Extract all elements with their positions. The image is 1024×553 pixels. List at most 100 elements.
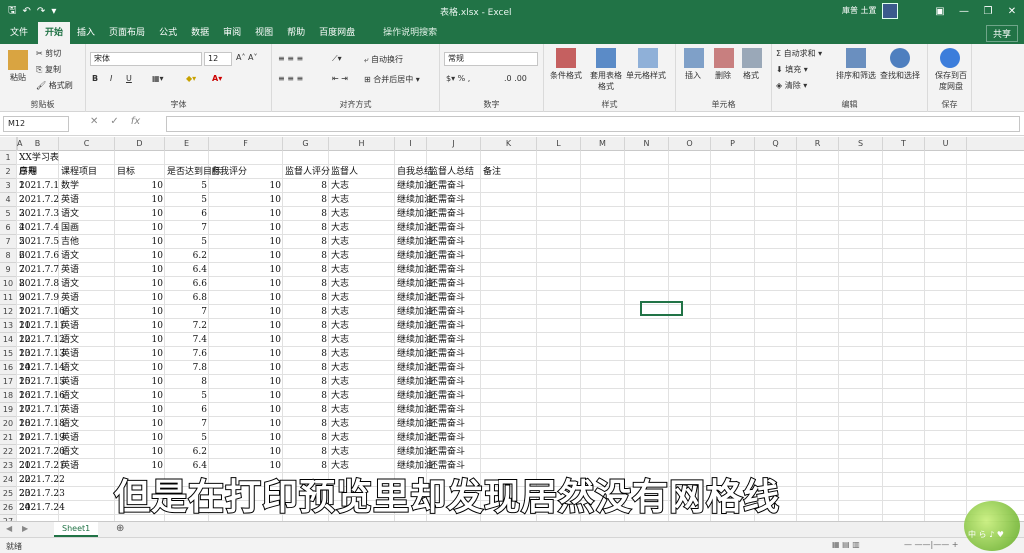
cell[interactable]: 5 bbox=[165, 235, 209, 249]
column-header-E[interactable]: E bbox=[165, 137, 209, 151]
ribbon-options-icon[interactable]: ▣ bbox=[928, 0, 952, 22]
cell[interactable]: 大志 bbox=[329, 277, 395, 291]
cell[interactable]: 自我评分 bbox=[209, 165, 283, 179]
cell[interactable]: 2021.7.10 bbox=[17, 305, 65, 319]
cell[interactable]: 继续加油 bbox=[395, 445, 433, 459]
view-normal-icon[interactable]: ▦ ▤ ▥ bbox=[832, 540, 860, 549]
orientation-icon[interactable]: ⟋▾ bbox=[332, 54, 342, 64]
cell[interactable]: 10 bbox=[115, 347, 165, 361]
column-header-K[interactable]: K bbox=[481, 137, 537, 151]
row-header[interactable]: 22 bbox=[0, 445, 17, 459]
cell[interactable]: 还需奋斗 bbox=[427, 179, 481, 193]
column-header-P[interactable]: P bbox=[711, 137, 755, 151]
cell[interactable]: 2021.7.19 bbox=[17, 431, 65, 445]
cell[interactable]: 10 bbox=[209, 291, 283, 305]
cell[interactable]: 英语 bbox=[59, 403, 115, 417]
cell[interactable]: 还需奋斗 bbox=[427, 403, 481, 417]
fx-icon[interactable]: fx bbox=[131, 116, 140, 127]
cell[interactable]: 10 bbox=[209, 235, 283, 249]
align-top-icon[interactable]: ≡ ≡ ≡ bbox=[278, 54, 303, 63]
cell[interactable]: 10 bbox=[209, 221, 283, 235]
cell[interactable]: 日期 bbox=[17, 165, 59, 179]
tab-1[interactable]: 开始 bbox=[38, 22, 71, 44]
cell[interactable]: 语文 bbox=[59, 389, 115, 403]
cell[interactable]: 10 bbox=[115, 319, 165, 333]
cell[interactable]: 语文 bbox=[59, 445, 115, 459]
cell[interactable]: 8 bbox=[283, 375, 329, 389]
column-header-Q[interactable]: Q bbox=[755, 137, 797, 151]
cell[interactable]: 8 bbox=[283, 305, 329, 319]
cell[interactable]: 8 bbox=[283, 403, 329, 417]
select-all-corner[interactable] bbox=[0, 137, 17, 151]
font-color-icon[interactable]: A▾ bbox=[212, 74, 222, 83]
enter-icon[interactable]: ✓ bbox=[110, 116, 118, 127]
cell[interactable]: 2021.7.23 bbox=[17, 487, 65, 501]
column-header-T[interactable]: T bbox=[883, 137, 925, 151]
cell[interactable]: 10 bbox=[115, 417, 165, 431]
copy-button[interactable]: ⎘ 复制 bbox=[36, 64, 61, 75]
cell[interactable]: 目标 bbox=[115, 165, 165, 179]
column-header-L[interactable]: L bbox=[537, 137, 581, 151]
cell[interactable]: 继续加油 bbox=[395, 347, 433, 361]
cell[interactable]: 还需奋斗 bbox=[427, 389, 481, 403]
cell[interactable]: 还需奋斗 bbox=[427, 333, 481, 347]
avatar[interactable] bbox=[882, 3, 898, 19]
cell[interactable]: 国画 bbox=[59, 221, 115, 235]
cell[interactable]: 大志 bbox=[329, 249, 395, 263]
save-baidu-button[interactable]: 保存到百度网盘 bbox=[932, 70, 970, 92]
cell[interactable]: 10 bbox=[115, 361, 165, 375]
cell[interactable]: 语文 bbox=[59, 207, 115, 221]
cell[interactable]: 7 bbox=[165, 305, 209, 319]
cut-button[interactable]: ✂ 剪切 bbox=[36, 48, 61, 59]
cell[interactable]: 大志 bbox=[329, 375, 395, 389]
delete-cells-icon[interactable] bbox=[714, 48, 734, 68]
cell[interactable]: 8 bbox=[283, 207, 329, 221]
cell[interactable]: 大志 bbox=[329, 193, 395, 207]
cell[interactable]: 语文 bbox=[59, 249, 115, 263]
cell[interactable]: 吉他 bbox=[59, 235, 115, 249]
cell[interactable]: 10 bbox=[209, 445, 283, 459]
cell[interactable]: 继续加油 bbox=[395, 207, 433, 221]
row-header[interactable]: 19 bbox=[0, 403, 17, 417]
cell[interactable]: 10 bbox=[115, 263, 165, 277]
cell-styles-icon[interactable] bbox=[638, 48, 658, 68]
cell[interactable]: 10 bbox=[115, 207, 165, 221]
cell[interactable]: 8 bbox=[283, 347, 329, 361]
tab-3[interactable]: 页面布局 bbox=[102, 22, 152, 44]
add-sheet-icon[interactable]: ⊕ bbox=[116, 523, 124, 534]
delete-button[interactable]: 删除 bbox=[715, 70, 731, 81]
cell[interactable]: 10 bbox=[209, 417, 283, 431]
cell[interactable]: 8 bbox=[283, 431, 329, 445]
column-header-S[interactable]: S bbox=[839, 137, 883, 151]
cell[interactable]: 自我总结 bbox=[395, 165, 433, 179]
cell[interactable]: 10 bbox=[115, 431, 165, 445]
cell[interactable]: 5 bbox=[165, 179, 209, 193]
cell[interactable]: 继续加油 bbox=[395, 375, 433, 389]
cell[interactable]: 2021.7.6 bbox=[17, 249, 59, 263]
underline-button[interactable]: U bbox=[126, 74, 132, 83]
cell[interactable]: 2021.7.16 bbox=[17, 389, 65, 403]
cell[interactable]: 2021.7.15 bbox=[17, 375, 65, 389]
cell[interactable]: 大志 bbox=[329, 235, 395, 249]
row-header[interactable]: 13 bbox=[0, 319, 17, 333]
cell[interactable]: 还需奋斗 bbox=[427, 361, 481, 375]
cell[interactable]: 继续加油 bbox=[395, 277, 433, 291]
conditional-format-icon[interactable] bbox=[556, 48, 576, 68]
cell[interactable]: 2021.7.7 bbox=[17, 263, 59, 277]
cell[interactable]: 数学 bbox=[59, 179, 115, 193]
cell[interactable]: 还需奋斗 bbox=[427, 193, 481, 207]
cell[interactable]: 8 bbox=[283, 221, 329, 235]
close-icon[interactable]: ✕ bbox=[1000, 0, 1024, 22]
cell[interactable]: 8 bbox=[283, 319, 329, 333]
format-cells-icon[interactable] bbox=[742, 48, 762, 68]
cell[interactable]: 语文 bbox=[59, 417, 115, 431]
cell[interactable]: 8 bbox=[283, 263, 329, 277]
row-header[interactable]: 2 bbox=[0, 165, 17, 179]
cell[interactable]: 10 bbox=[115, 445, 165, 459]
cell[interactable]: 10 bbox=[209, 179, 283, 193]
cell[interactable]: 英语 bbox=[59, 459, 115, 473]
decimal-icon[interactable]: .0 .00 bbox=[504, 74, 527, 83]
cell[interactable]: 大志 bbox=[329, 333, 395, 347]
column-header-J[interactable]: J bbox=[427, 137, 481, 151]
cell[interactable]: 还需奋斗 bbox=[427, 249, 481, 263]
